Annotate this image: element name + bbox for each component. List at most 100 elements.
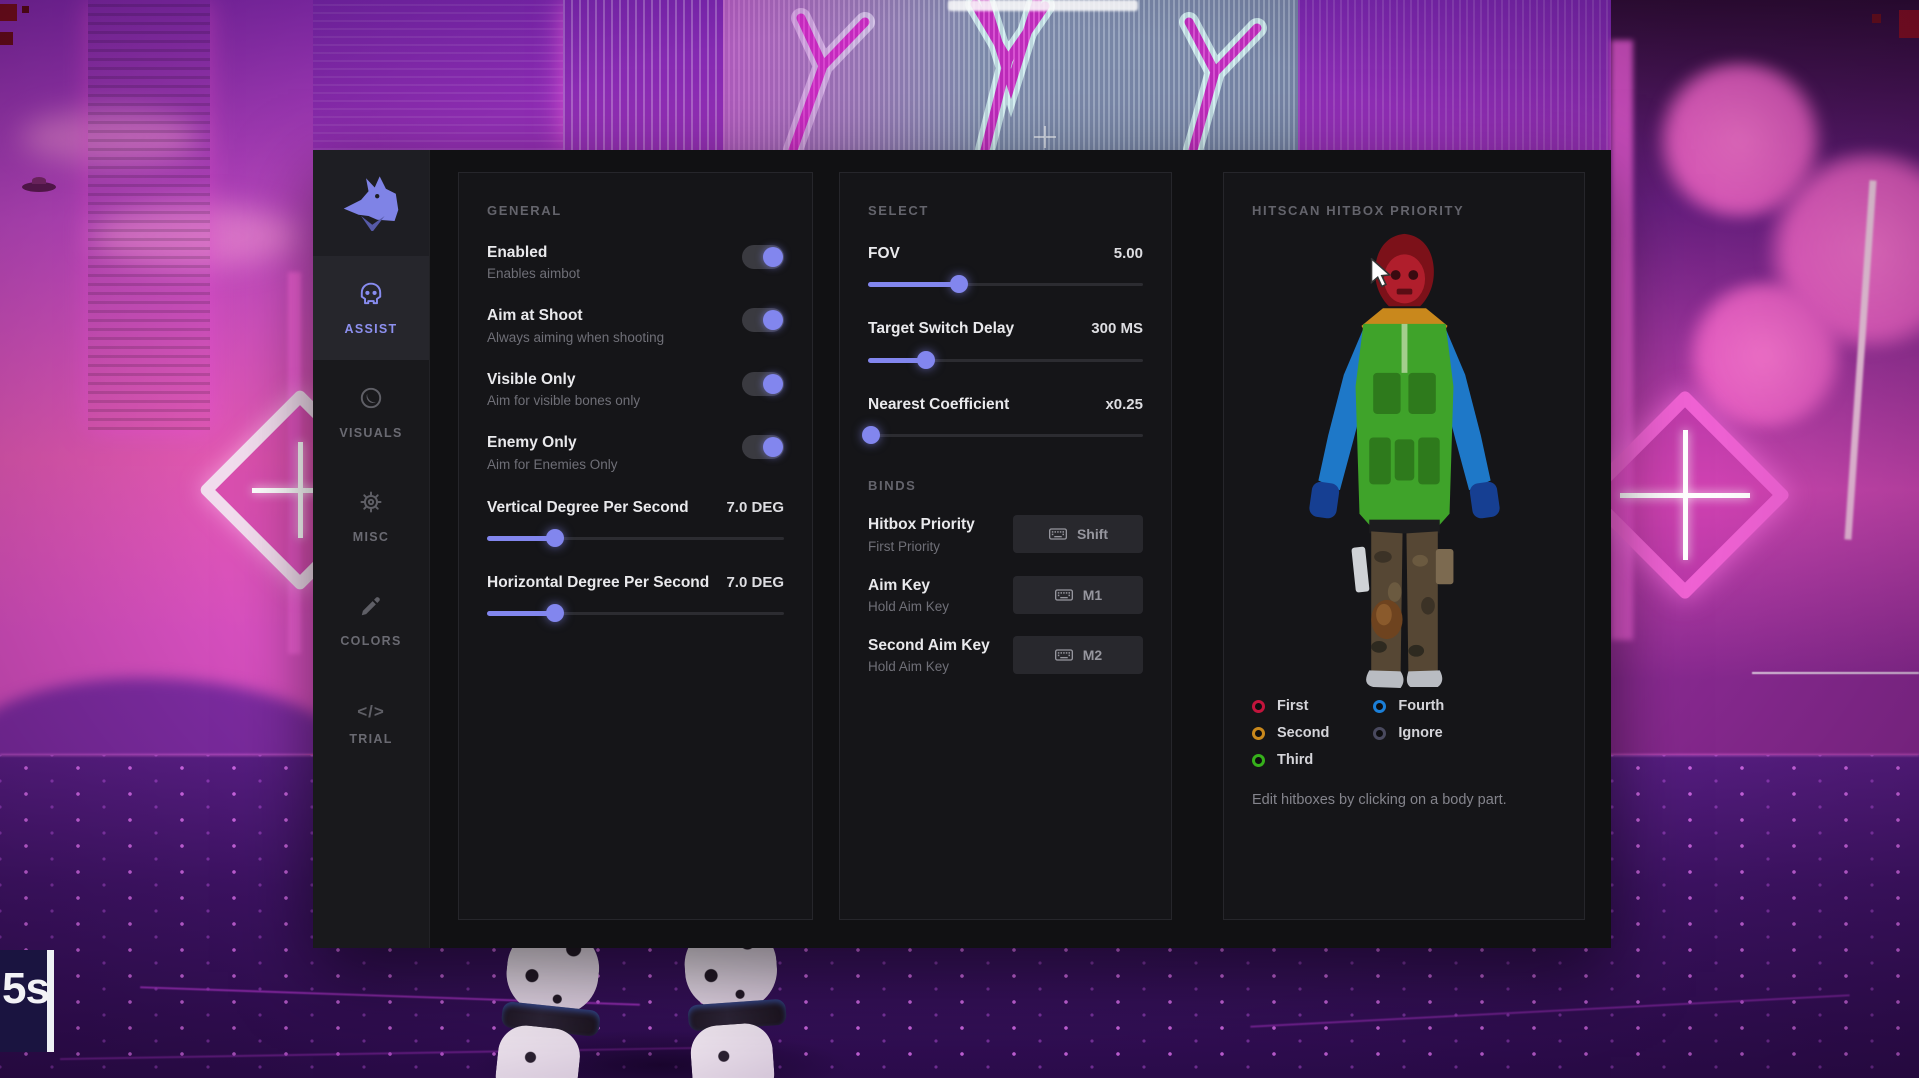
sidebar-item-label: COLORS	[340, 634, 401, 648]
legend-color-dot	[1373, 727, 1386, 740]
keyboard-icon	[1054, 585, 1074, 605]
bind-key: M1	[1083, 587, 1102, 603]
legend-item-third[interactable]: Third	[1252, 752, 1329, 768]
bind-sublabel: Hold Aim Key	[868, 599, 949, 614]
sidebar-item-visuals[interactable]: VISUALS	[313, 360, 429, 464]
corner-marker	[0, 32, 13, 45]
left-hand-hitbox[interactable]	[1308, 481, 1340, 520]
slider-knob[interactable]	[950, 275, 968, 293]
setting-text: Aim at Shoot Always aiming when shooting	[487, 306, 664, 344]
legend-color-dot	[1252, 727, 1265, 740]
slider-label: FOV	[868, 244, 900, 263]
enemy-only-toggle[interactable]	[742, 435, 784, 459]
mouth-detail	[1396, 289, 1412, 295]
hip-pouch-detail	[1435, 549, 1453, 584]
slider-knob[interactable]	[546, 604, 564, 622]
fov-slider[interactable]	[868, 275, 1143, 293]
horizontal-dps-slider[interactable]	[487, 604, 784, 622]
gear-icon	[358, 489, 384, 520]
hitscan-panel: HITSCAN HITBOX PRIORITY	[1223, 172, 1585, 920]
legend-color-dot	[1252, 700, 1265, 713]
skull-icon	[358, 281, 384, 312]
bind-row-second-aim-key: Second Aim Key Hold Aim Key M2	[868, 636, 1143, 674]
sidebar-item-trial[interactable]: </> TRIAL	[313, 672, 429, 776]
hitbox-priority-bind-button[interactable]: Shift	[1013, 515, 1143, 553]
eyedropper-icon	[358, 593, 384, 624]
screen: 5s	[0, 0, 1919, 1078]
cheat-menu-window: ASSIST VISUALS	[313, 150, 1611, 948]
wolf-logo-icon	[340, 175, 402, 231]
binds-title: BINDS	[868, 478, 1143, 493]
bind-sublabel: First Priority	[868, 539, 975, 554]
setting-sublabel: Aim for visible bones only	[487, 393, 640, 408]
enabled-toggle[interactable]	[742, 245, 784, 269]
toggle-knob	[763, 247, 783, 267]
bind-key: Shift	[1077, 526, 1108, 542]
background-wall-right	[1298, 0, 1611, 150]
setting-row-enabled: Enabled Enables aimbot	[487, 243, 784, 281]
left-shoe-detail	[1366, 670, 1403, 688]
eye-detail	[1408, 270, 1418, 280]
bind-label: Aim Key	[868, 576, 949, 595]
bind-label: Hitbox Priority	[868, 515, 975, 534]
slider-value: 5.00	[1114, 245, 1143, 262]
toggle-knob	[763, 310, 783, 330]
slider-knob[interactable]	[862, 426, 880, 444]
aim-key-bind-button[interactable]: M1	[1013, 576, 1143, 614]
slider-value: 7.0 DEG	[726, 499, 784, 516]
background-wall	[313, 0, 563, 150]
sidebar-item-colors[interactable]: COLORS	[313, 568, 429, 672]
neon-bar	[1611, 40, 1633, 640]
legend-color-dot	[1252, 754, 1265, 767]
legend-label: Fourth	[1398, 698, 1444, 714]
horizontal-dps-group: Horizontal Degree Per Second 7.0 DEG	[487, 573, 784, 622]
pink-tree-canopy	[1680, 280, 1850, 430]
legend-item-ignore[interactable]: Ignore	[1373, 725, 1444, 741]
slider-knob[interactable]	[546, 529, 564, 547]
setting-label: Enemy Only	[487, 433, 618, 452]
target-switch-delay-group: Target Switch Delay 300 MS	[868, 319, 1143, 368]
setting-sublabel: Always aiming when shooting	[487, 330, 664, 345]
neon-tower	[88, 0, 210, 430]
slider-fill	[868, 282, 959, 287]
legend-item-fourth[interactable]: Fourth	[1373, 698, 1444, 714]
bind-row-aim-key: Aim Key Hold Aim Key M1	[868, 576, 1143, 614]
nearest-coefficient-slider[interactable]	[868, 426, 1143, 444]
keyboard-icon	[1048, 524, 1068, 544]
select-panel: SELECT FOV 5.00 Target Switch Delay 300 …	[839, 172, 1172, 920]
crosshair-decoration	[1034, 126, 1056, 148]
sidebar-item-assist[interactable]: ASSIST	[313, 256, 429, 360]
panel-title: SELECT	[868, 203, 1143, 218]
sidebar-item-label: MISC	[353, 530, 389, 544]
visible-only-toggle[interactable]	[742, 372, 784, 396]
code-icon: </>	[357, 702, 385, 722]
general-panel: GENERAL Enabled Enables aimbot Aim at Sh…	[458, 172, 813, 920]
sidebar: ASSIST VISUALS	[313, 150, 430, 948]
bind-text: Aim Key Hold Aim Key	[868, 576, 949, 614]
sidebar-item-misc[interactable]: MISC	[313, 464, 429, 568]
legend-column: Fourth Ignore	[1373, 698, 1444, 768]
setting-sublabel: Aim for Enemies Only	[487, 457, 618, 472]
horizon-accent-line	[1752, 672, 1919, 674]
panel-title: GENERAL	[487, 203, 784, 218]
slider-value: 7.0 DEG	[726, 574, 784, 591]
setting-text: Enemy Only Aim for Enemies Only	[487, 433, 618, 471]
legend-item-first[interactable]: First	[1252, 698, 1329, 714]
setting-text: Visible Only Aim for visible bones only	[487, 370, 640, 408]
setting-row-aim-at-shoot: Aim at Shoot Always aiming when shooting	[487, 306, 784, 344]
billboard-haze	[723, 0, 982, 150]
ufo-silhouette	[22, 182, 56, 192]
aim-at-shoot-toggle[interactable]	[742, 308, 784, 332]
vertical-dps-slider[interactable]	[487, 529, 784, 547]
setting-label: Visible Only	[487, 370, 640, 389]
corner-marker	[0, 4, 17, 21]
slider-knob[interactable]	[917, 351, 935, 369]
target-switch-delay-slider[interactable]	[868, 351, 1143, 369]
right-hand-hitbox[interactable]	[1468, 481, 1500, 520]
legend-color-dot	[1373, 700, 1386, 713]
legend-item-second[interactable]: Second	[1252, 725, 1329, 741]
second-aim-key-bind-button[interactable]: M2	[1013, 636, 1143, 674]
legend-column: First Second Third	[1252, 698, 1329, 768]
slider-label: Vertical Degree Per Second	[487, 498, 689, 517]
nearest-coefficient-group: Nearest Coefficient x0.25	[868, 395, 1143, 444]
